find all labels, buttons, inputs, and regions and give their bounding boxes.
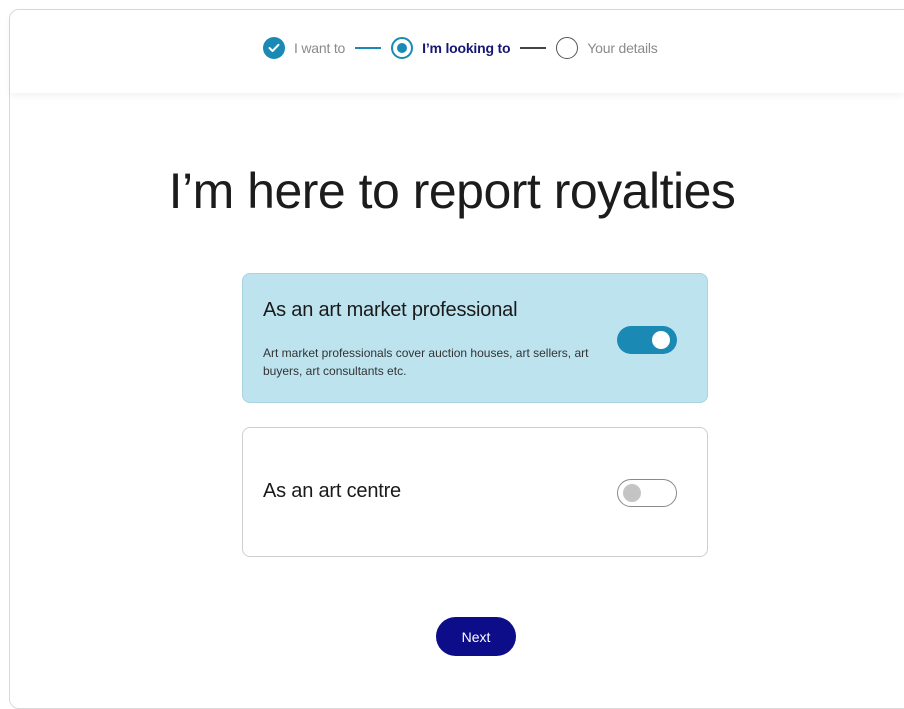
step-im-looking-to[interactable]: I’m looking to — [391, 37, 511, 59]
option-description: Art market professionals cover auction h… — [263, 346, 589, 378]
next-button[interactable]: Next — [436, 617, 516, 656]
option-card-art-centre[interactable]: As an art centre — [242, 427, 708, 557]
toggle-knob — [623, 483, 641, 502]
page-title: I’m here to report royalties — [168, 163, 736, 219]
step-your-details[interactable]: Your details — [556, 37, 658, 59]
toggle-knob — [652, 331, 670, 349]
check-circle-icon — [263, 37, 285, 59]
progress-stepper: I want to I’m looking to Your details — [263, 36, 658, 60]
toggle-switch-off[interactable] — [617, 479, 677, 507]
step-label: Your details — [587, 40, 658, 56]
current-step-icon — [391, 37, 414, 59]
toggle-switch-on[interactable] — [617, 326, 677, 354]
step-connector — [355, 47, 382, 49]
option-title: As an art market professional — [263, 299, 518, 321]
option-title: As an art centre — [263, 480, 401, 502]
step-label: I want to — [294, 40, 346, 56]
step-connector — [520, 47, 547, 49]
empty-circle-icon — [556, 37, 579, 59]
step-label: I’m looking to — [422, 40, 511, 56]
option-card-art-market-professional[interactable]: As an art market professional Art market… — [242, 273, 708, 403]
step-i-want-to[interactable]: I want to — [263, 37, 345, 59]
